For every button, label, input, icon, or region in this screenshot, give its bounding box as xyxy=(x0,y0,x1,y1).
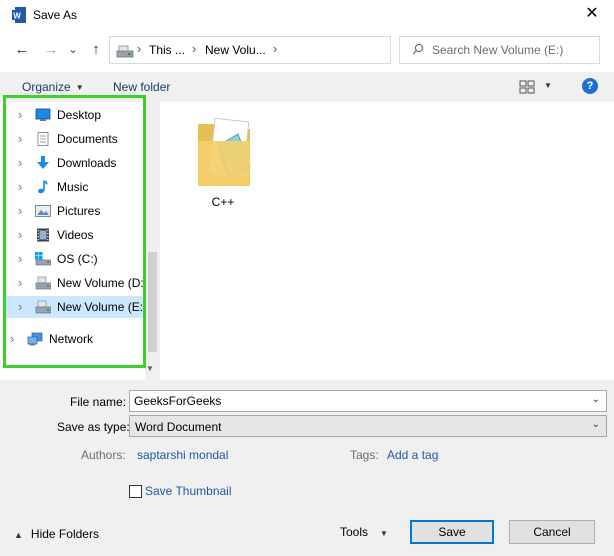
folder-item[interactable]: C++ xyxy=(188,116,258,216)
music-icon xyxy=(38,180,48,194)
file-name-label: File name: xyxy=(70,395,127,409)
back-arrow-icon[interactable]: ← xyxy=(11,39,33,61)
breadcrumb-separator: › xyxy=(137,41,142,56)
breadcrumb-this-pc[interactable]: This ... xyxy=(149,43,185,57)
chevron-right-icon[interactable]: › xyxy=(18,275,22,290)
pictures-icon xyxy=(35,205,51,217)
file-name-field[interactable] xyxy=(134,393,574,409)
os-drive-icon xyxy=(35,252,51,266)
sidebar-item-label: Downloads xyxy=(57,156,117,170)
word-icon: W xyxy=(12,7,26,23)
chevron-right-icon[interactable]: › xyxy=(18,299,22,314)
sidebar-item-label: New Volume (D: xyxy=(57,276,144,290)
tools-menu[interactable]: Tools ▼ xyxy=(340,525,388,539)
window-title: Save As xyxy=(33,8,78,22)
save-as-type-label: Save as type: xyxy=(57,420,130,434)
title-bar: W Save As ✕ xyxy=(0,0,614,30)
sidebar-item-label: Pictures xyxy=(57,204,101,218)
sidebar-item-label: Network xyxy=(49,332,94,346)
folder-icon xyxy=(198,117,251,186)
save-thumbnail-label[interactable]: Save Thumbnail xyxy=(145,484,232,498)
sidebar-item-label: OS (C:) xyxy=(57,252,98,266)
breadcrumb-separator: › xyxy=(192,41,197,56)
sidebar-item-label: New Volume (E:) xyxy=(57,300,148,314)
videos-icon xyxy=(37,228,49,242)
sidebar-item-network[interactable]: › Network xyxy=(0,328,140,350)
authors-label: Authors: xyxy=(81,448,126,462)
sidebar-item-label: Desktop xyxy=(57,108,102,122)
command-bar: Organize ▼ New folder ▼ ? xyxy=(0,72,614,102)
sidebar-item-label: Music xyxy=(57,180,89,194)
authors-value[interactable]: saptarshi mondal xyxy=(137,448,228,462)
sidebar-item-new-volume-d[interactable]: › New Volume (D: xyxy=(6,272,146,294)
breadcrumb-separator: › xyxy=(273,41,278,56)
caret-down-icon: ▼ xyxy=(75,83,84,92)
search-input[interactable] xyxy=(432,41,592,59)
new-folder-button[interactable]: New folder xyxy=(113,80,170,94)
search-icon xyxy=(412,43,424,55)
sidebar-item-downloads[interactable]: › Downloads xyxy=(6,152,146,174)
forward-arrow-icon[interactable]: → xyxy=(40,39,62,61)
drive-d-icon xyxy=(35,276,51,290)
chevron-right-icon[interactable]: › xyxy=(18,155,22,170)
organize-label: Organize xyxy=(22,80,71,94)
help-icon[interactable]: ? xyxy=(582,78,598,94)
navigation-bar: ← → ⌄ ↑ › This ... › New Volu... › ⌄ ↻ xyxy=(0,30,614,70)
chevron-right-icon[interactable]: › xyxy=(18,227,22,242)
hide-folders-button[interactable]: ▲ Hide Folders xyxy=(14,527,99,541)
save-as-type-value: Word Document xyxy=(135,420,222,434)
chevron-right-icon[interactable]: › xyxy=(10,331,14,346)
documents-icon xyxy=(37,132,49,146)
address-bar[interactable]: › This ... › New Volu... › ⌄ ↻ xyxy=(109,36,486,64)
close-icon[interactable]: ✕ xyxy=(574,2,610,28)
sidebar-item-os-c[interactable]: › OS (C:) xyxy=(6,248,146,270)
view-options-icon[interactable] xyxy=(519,80,535,94)
folder-name: C++ xyxy=(211,195,235,209)
drive-e-icon xyxy=(35,300,51,314)
search-box[interactable] xyxy=(399,36,600,64)
chevron-down-icon[interactable]: ⌄ xyxy=(592,419,600,430)
save-as-type-select[interactable]: Word Document ⌄ xyxy=(129,415,607,437)
caret-up-icon: ▲ xyxy=(14,530,23,540)
navigation-pane: › Desktop › Documents › Downloads › Musi… xyxy=(0,102,160,380)
sidebar-item-desktop[interactable]: › Desktop xyxy=(6,104,146,126)
tags-label: Tags: xyxy=(350,448,379,462)
sidebar-item-new-volume-e[interactable]: › New Volume (E:) xyxy=(6,296,148,318)
chevron-right-icon[interactable]: › xyxy=(18,131,22,146)
hide-folders-label: Hide Folders xyxy=(30,527,99,541)
network-icon xyxy=(27,332,43,346)
svg-text:W: W xyxy=(13,12,21,21)
drive-icon xyxy=(116,45,134,58)
sidebar-item-videos[interactable]: › Videos xyxy=(6,224,146,246)
sidebar-item-documents[interactable]: › Documents xyxy=(6,128,146,150)
chevron-right-icon[interactable]: › xyxy=(18,251,22,266)
tools-label: Tools xyxy=(340,525,369,539)
sidebar-item-pictures[interactable]: › Pictures xyxy=(6,200,146,222)
organize-button[interactable]: Organize ▼ xyxy=(22,80,84,94)
chevron-right-icon[interactable]: › xyxy=(18,203,22,218)
save-options-panel: File name: ⌄ Save as type: Word Document… xyxy=(0,380,614,556)
sidebar-item-label: Documents xyxy=(57,132,118,146)
sidebar-scrollbar-thumb[interactable] xyxy=(148,252,157,352)
up-arrow-icon[interactable]: ↑ xyxy=(85,39,107,61)
downloads-icon xyxy=(37,156,49,169)
sidebar-item-label: Videos xyxy=(57,228,94,242)
save-button[interactable]: Save xyxy=(410,520,494,544)
save-thumbnail-checkbox[interactable] xyxy=(129,485,142,498)
caret-down-icon: ▼ xyxy=(380,529,388,538)
file-list-area[interactable]: C++ xyxy=(160,102,614,380)
breadcrumb-new-volume[interactable]: New Volu... xyxy=(205,43,266,57)
chevron-down-icon[interactable]: ⌄ xyxy=(592,394,600,405)
view-options-caret-icon[interactable]: ▼ xyxy=(544,81,552,90)
sidebar-item-music[interactable]: › Music xyxy=(6,176,146,198)
desktop-icon xyxy=(35,108,51,121)
file-name-combo[interactable]: ⌄ xyxy=(129,390,607,412)
scroll-down-icon[interactable]: ▼ xyxy=(146,364,154,373)
add-tag-link[interactable]: Add a tag xyxy=(387,448,438,462)
chevron-right-icon[interactable]: › xyxy=(18,179,22,194)
cancel-button[interactable]: Cancel xyxy=(509,520,595,544)
chevron-right-icon[interactable]: › xyxy=(18,107,22,122)
recent-locations-chevron-icon[interactable]: ⌄ xyxy=(62,39,84,61)
